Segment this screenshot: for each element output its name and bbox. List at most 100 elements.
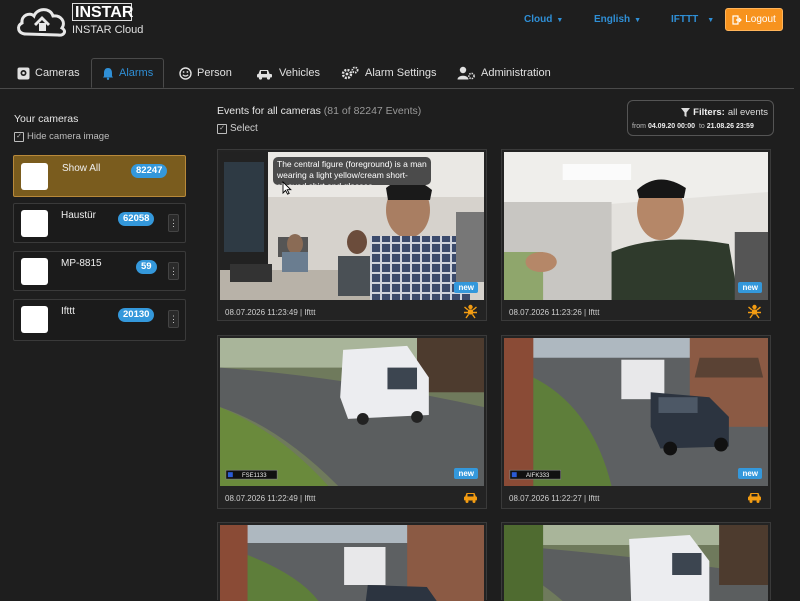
event-snapshot-image[interactable]	[220, 338, 484, 486]
event-snapshot-image[interactable]	[220, 525, 484, 601]
tab-alarms-label: Alarms	[119, 67, 154, 79]
smiley-icon	[179, 66, 192, 80]
checkbox-checked-icon[interactable]: ✓	[217, 123, 227, 134]
select-label: Select	[230, 123, 258, 134]
brand-name: INSTAR	[72, 3, 133, 21]
license-plate-label: FSE1133	[242, 473, 267, 479]
chevron-down-icon: ▼	[707, 17, 715, 24]
camera-thumbnail	[21, 210, 48, 237]
event-snapshot-image[interactable]	[504, 338, 768, 486]
person-alarm-icon	[464, 304, 477, 319]
filter-to-label: to	[698, 123, 705, 130]
tab-person-label: Person	[197, 67, 232, 79]
cloud-menu[interactable]: Cloud ▼	[524, 14, 563, 25]
license-plate-label: AIFK333	[526, 473, 550, 479]
filters-label: Filters:	[693, 107, 725, 118]
event-count-badge: 82247	[131, 164, 168, 178]
filter-to-value: 21.08.26 23:59	[706, 123, 754, 130]
event-card[interactable]: AIFK333 new 08.07.2026 11:22:27 | Ifttt	[501, 335, 771, 509]
top-header: INSTAR INSTAR Cloud Cloud ▼ English ▼ IFTT…	[0, 0, 800, 56]
filters-date-range: from 04.09.20 00:00 to 21.08.26 23:59	[632, 123, 754, 130]
event-timestamp: 08.07.2026 11:23:26 | Ifttt	[509, 308, 600, 317]
filter-from-value: 04.09.20 00:00	[647, 123, 696, 130]
gears-icon	[341, 66, 359, 80]
event-count-badge: 20130	[118, 308, 155, 322]
user-gear-icon	[457, 66, 475, 80]
select-toggle[interactable]: ✓ Select	[217, 123, 258, 134]
camera-menu-button[interactable]: ⋮	[168, 310, 179, 328]
tab-vehicles-label: Vehicles	[279, 67, 320, 79]
filters-value: all events	[727, 107, 768, 118]
brand-subtitle: INSTAR Cloud	[72, 24, 144, 36]
tab-alarm-settings[interactable]: Alarm Settings	[341, 58, 437, 88]
new-badge: new	[454, 468, 478, 479]
tab-cameras[interactable]: Cameras	[17, 58, 80, 88]
camera-icon	[17, 67, 30, 79]
events-title: Events for all cameras	[217, 105, 321, 117]
checkbox-checked-icon[interactable]: ✓	[14, 131, 24, 142]
event-timestamp: 08.07.2026 11:22:49 | Ifttt	[225, 494, 316, 503]
image-description-tooltip: The central figure (foreground) is a man…	[273, 157, 431, 185]
ifttt-menu[interactable]: IFTTT ▼	[671, 14, 714, 25]
events-heading: Events for all cameras (81 of 82247 Even…	[217, 105, 421, 117]
car-alarm-icon	[748, 493, 761, 503]
camera-thumbnail	[21, 163, 48, 190]
chevron-down-icon: ▼	[556, 17, 564, 24]
camera-name: Ifttt	[61, 306, 75, 317]
tab-alarms[interactable]: Alarms	[91, 58, 165, 88]
event-timestamp: 08.07.2026 11:22:27 | Ifttt	[509, 494, 600, 503]
camera-name: Haustür	[61, 210, 97, 221]
tab-vehicles[interactable]: Vehicles	[256, 58, 320, 88]
mouse-cursor-icon	[282, 181, 292, 195]
tab-person[interactable]: Person	[179, 58, 232, 88]
filter-icon	[681, 108, 691, 117]
filters-summary: Filters: all events	[681, 107, 768, 118]
event-timestamp: 08.07.2026 11:23:49 | Ifttt	[225, 308, 316, 317]
event-snapshot-image[interactable]	[504, 152, 768, 300]
main-tabs: Cameras Alarms Person Vehicles Alarm Set…	[0, 58, 800, 89]
logout-button[interactable]: Logout	[725, 8, 783, 31]
tab-cameras-label: Cameras	[35, 67, 80, 79]
ifttt-menu-label: IFTTT	[671, 14, 699, 25]
bell-icon	[103, 67, 113, 80]
new-badge: new	[454, 282, 478, 293]
events-count: (81 of 82247 Events)	[323, 105, 422, 117]
camera-name: MP-8815	[61, 258, 102, 269]
camera-card-ifttt[interactable]: Ifttt 20130 ⋮	[13, 299, 186, 341]
event-card[interactable]	[217, 522, 487, 601]
event-snapshot-image[interactable]	[504, 525, 768, 601]
filter-from-label: from	[632, 123, 646, 130]
camera-card-show-all[interactable]: Show All 82247	[13, 155, 186, 197]
cloud-menu-label: Cloud	[524, 14, 553, 25]
camera-card-haustuer[interactable]: Haustür 62058 ⋮	[13, 203, 186, 243]
new-badge: new	[738, 282, 762, 293]
your-cameras-heading: Your cameras	[14, 113, 79, 125]
chevron-down-icon: ▼	[634, 17, 642, 24]
hide-camera-image-label: Hide camera image	[27, 131, 110, 142]
logout-icon	[732, 14, 743, 25]
event-card[interactable]: FSE1133 new 08.07.2026 11:22:49 | Ifttt	[217, 335, 487, 509]
tab-alarm-settings-label: Alarm Settings	[365, 67, 437, 79]
camera-name: Show All	[62, 163, 101, 174]
filters-panel[interactable]: Filters: all events from 04.09.20 00:00 …	[627, 100, 774, 136]
tab-administration-label: Administration	[481, 67, 551, 79]
event-count-badge: 62058	[118, 212, 155, 226]
language-menu[interactable]: English ▼	[594, 14, 641, 25]
camera-menu-button[interactable]: ⋮	[168, 262, 179, 280]
camera-menu-button[interactable]: ⋮	[168, 214, 179, 232]
camera-card-mp-8815[interactable]: MP-8815 59 ⋮	[13, 251, 186, 291]
car-icon	[257, 69, 272, 80]
event-card[interactable]: new 08.07.2026 11:23:26 | Ifttt	[501, 149, 771, 321]
camera-thumbnail	[21, 306, 48, 333]
language-menu-label: English	[594, 14, 631, 25]
hide-camera-image-toggle[interactable]: ✓ Hide camera image	[14, 131, 109, 142]
person-alarm-icon	[748, 304, 761, 319]
new-badge: new	[738, 468, 762, 479]
vertical-scrollbar[interactable]	[794, 0, 800, 600]
event-card[interactable]	[501, 522, 771, 601]
event-count-badge: 59	[136, 260, 157, 274]
camera-thumbnail	[21, 258, 48, 285]
logout-label: Logout	[745, 14, 776, 25]
car-alarm-icon	[464, 493, 477, 503]
tab-administration[interactable]: Administration	[457, 58, 551, 88]
